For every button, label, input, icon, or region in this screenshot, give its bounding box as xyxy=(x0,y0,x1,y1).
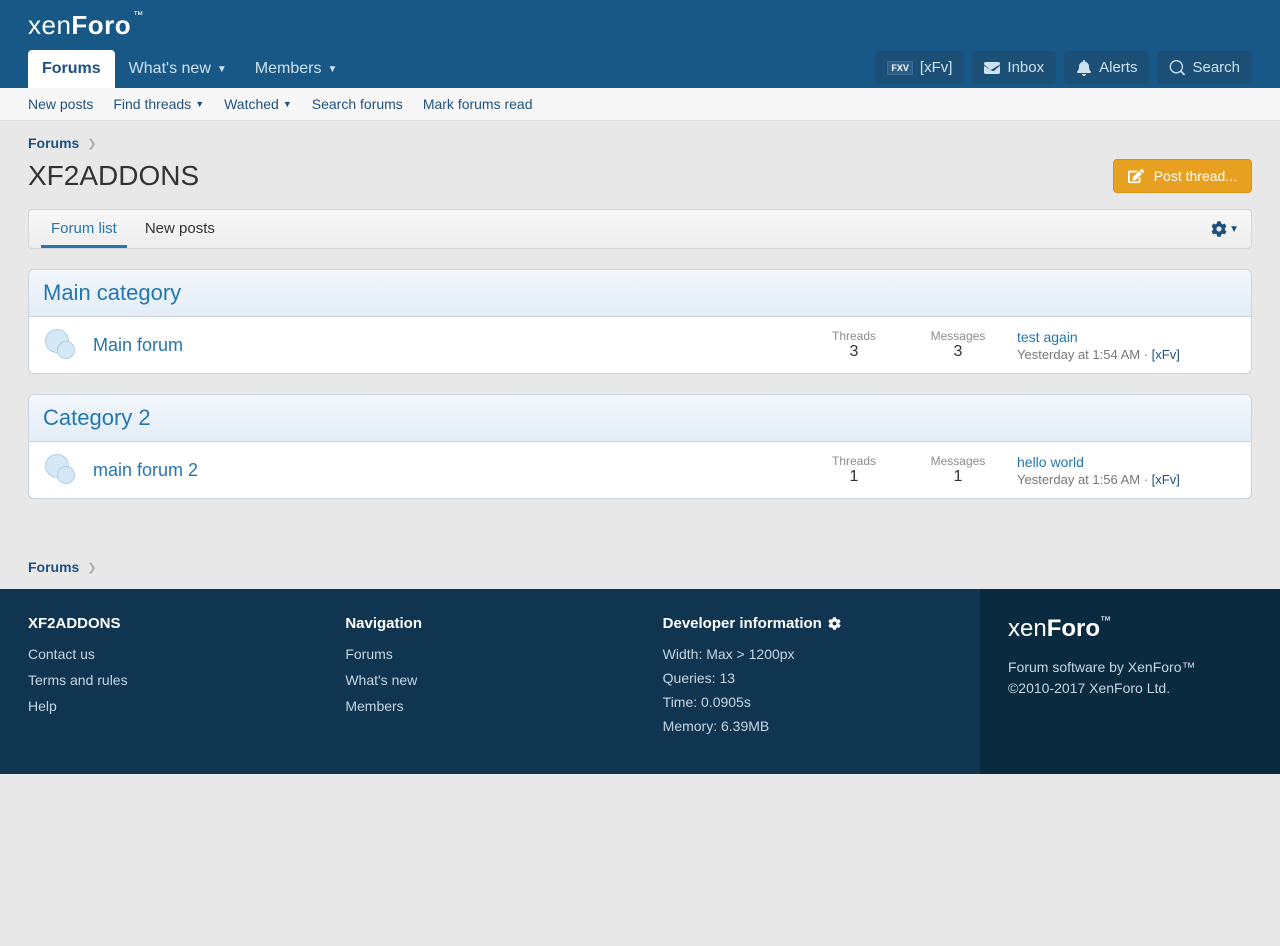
latest-user-link[interactable]: [xFv] xyxy=(1152,472,1180,487)
forum-stat-messages: Messages1 xyxy=(913,454,1003,486)
footer-info-memory-mb: Memory: 6.39MB xyxy=(663,718,950,734)
footer-link-members[interactable]: Members xyxy=(345,698,632,714)
footer-col-dev: Developer information Width: Max > 1200p… xyxy=(663,615,980,742)
gear-icon xyxy=(828,617,841,630)
chevron-right-icon: ❯ xyxy=(87,137,96,150)
forum-title[interactable]: main forum 2 xyxy=(93,460,795,481)
main-nav-tabs: ForumsWhat's new▼Members▼ xyxy=(28,50,351,88)
latest-user-link[interactable]: [xFv] xyxy=(1152,347,1180,362)
user-name: [xFv] xyxy=(920,59,953,76)
sub-nav: New posts Find threads▼ Watched▼ Search for… xyxy=(0,88,1280,121)
footer-right: xenForo™ Forum software by XenForo™ ©201… xyxy=(980,589,1280,774)
user-menu[interactable]: FXV [xFv] xyxy=(875,51,964,84)
subnav-mark-forums-read[interactable]: Mark forums read xyxy=(423,96,533,112)
subnav-search-forums[interactable]: Search forums xyxy=(312,96,403,112)
nav-tab-what-s-new[interactable]: What's new▼ xyxy=(115,50,241,88)
footer-info-width-max-px: Width: Max > 1200px xyxy=(663,646,950,662)
settings-toggle[interactable]: ▼ xyxy=(1211,221,1239,237)
search-icon xyxy=(1169,60,1185,76)
bell-icon xyxy=(1076,60,1092,76)
footer-logo: xenForo™ xyxy=(1008,615,1252,643)
subnav-new-posts[interactable]: New posts xyxy=(28,96,93,112)
latest-thread-link[interactable]: hello world xyxy=(1017,454,1084,470)
category-title[interactable]: Category 2 xyxy=(43,405,151,430)
edit-icon xyxy=(1128,168,1144,184)
forum-icon xyxy=(43,327,79,363)
chevron-right-icon: ❯ xyxy=(87,561,96,574)
footer-info-time-s: Time: 0.0905s xyxy=(663,694,950,710)
breadcrumb-bottom: Forums ❯ xyxy=(0,559,1280,589)
caret-down-icon: ▼ xyxy=(327,64,337,75)
footer-col-site: XF2ADDONS Contact usTerms and rulesHelp xyxy=(28,615,345,742)
forum-latest: test againYesterday at 1:54 AM · [xFv] xyxy=(1017,329,1237,362)
footer-link-terms-and-rules[interactable]: Terms and rules xyxy=(28,672,315,688)
site-logo[interactable]: xenForo™ xyxy=(28,10,1252,40)
content-tabs: Forum listNew posts xyxy=(41,210,233,248)
subnav-find-threads[interactable]: Find threads▼ xyxy=(113,96,204,112)
category-block: Category 2 main forum 2 Threads1 Messages1 h… xyxy=(28,394,1252,499)
content-tab-forum-list[interactable]: Forum list xyxy=(41,210,127,248)
forum-icon xyxy=(43,452,79,488)
inbox-button[interactable]: Inbox xyxy=(972,51,1056,84)
caret-down-icon: ▼ xyxy=(283,99,292,109)
content-tab-new-posts[interactable]: New posts xyxy=(135,210,225,248)
search-button[interactable]: Search xyxy=(1157,51,1252,84)
footer-info-queries-: Queries: 13 xyxy=(663,670,950,686)
user-badge: FXV xyxy=(887,61,913,75)
forum-latest: hello worldYesterday at 1:56 AM · [xFv] xyxy=(1017,454,1237,487)
caret-down-icon: ▼ xyxy=(217,64,227,75)
category-title[interactable]: Main category xyxy=(43,280,181,305)
breadcrumb: Forums ❯ xyxy=(28,135,1252,151)
footer-col-nav: Navigation ForumsWhat's newMembers xyxy=(345,615,662,742)
nav-tab-members[interactable]: Members▼ xyxy=(241,50,352,88)
footer-link-forums[interactable]: Forums xyxy=(345,646,632,662)
footer-link-contact-us[interactable]: Contact us xyxy=(28,646,315,662)
forum-stat-threads: Threads1 xyxy=(809,454,899,486)
latest-thread-link[interactable]: test again xyxy=(1017,329,1078,345)
envelope-icon xyxy=(984,60,1000,76)
subnav-watched[interactable]: Watched▼ xyxy=(224,96,292,112)
footer-link-what-s-new[interactable]: What's new xyxy=(345,672,632,688)
caret-down-icon: ▼ xyxy=(195,99,204,109)
breadcrumb-root[interactable]: Forums xyxy=(28,135,79,151)
alerts-button[interactable]: Alerts xyxy=(1064,51,1149,84)
category-block: Main category Main forum Threads3 Messages3… xyxy=(28,269,1252,374)
footer-link-help[interactable]: Help xyxy=(28,698,315,714)
forum-stat-threads: Threads3 xyxy=(809,329,899,361)
forum-title[interactable]: Main forum xyxy=(93,335,795,356)
breadcrumb-bottom-root[interactable]: Forums xyxy=(28,559,79,575)
gear-icon xyxy=(1211,221,1227,237)
forum-stat-messages: Messages3 xyxy=(913,329,1003,361)
post-thread-button[interactable]: Post thread... xyxy=(1113,159,1252,193)
forum-row: main forum 2 Threads1 Messages1 hello world… xyxy=(29,442,1251,498)
nav-tab-forums[interactable]: Forums xyxy=(28,50,115,88)
caret-down-icon: ▼ xyxy=(1229,224,1239,235)
forum-row: Main forum Threads3 Messages3 test againYes… xyxy=(29,317,1251,373)
page-title: XF2ADDONS xyxy=(28,160,199,192)
